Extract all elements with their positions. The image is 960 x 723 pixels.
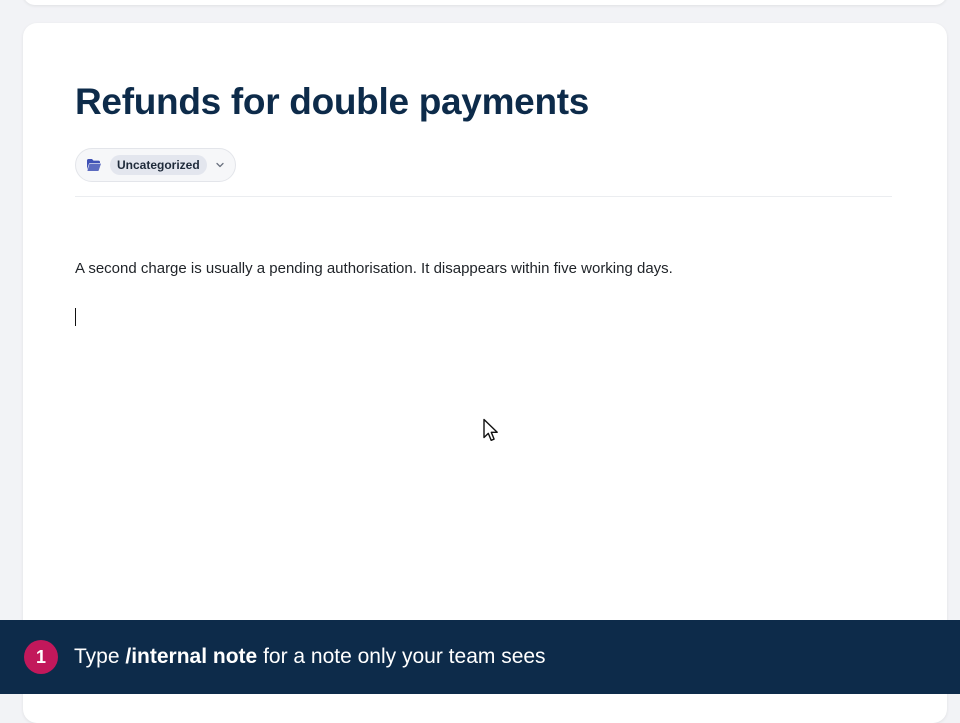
- folder-open-icon: [86, 158, 102, 172]
- mouse-pointer-icon: [482, 418, 502, 444]
- hint-text: Type /internal note for a note only your…: [74, 645, 546, 669]
- article-body-paragraph[interactable]: A second charge is usually a pending aut…: [75, 260, 673, 277]
- article-title[interactable]: Refunds for double payments: [75, 81, 589, 123]
- hint-command: /internal note: [125, 645, 258, 668]
- article-editor: Refunds for double payments Uncategorize…: [23, 23, 947, 723]
- chevron-down-icon: [215, 160, 225, 170]
- text-caret: [75, 308, 76, 326]
- category-selector[interactable]: Uncategorized: [75, 148, 236, 182]
- hint-bar: 1 Type /internal note for a note only yo…: [0, 620, 960, 694]
- hint-prefix: Type: [74, 645, 126, 668]
- title-divider: [75, 196, 892, 197]
- step-badge: 1: [24, 640, 58, 674]
- previous-card: [23, 0, 947, 5]
- category-label: Uncategorized: [110, 155, 207, 175]
- hint-suffix: for a note only your team sees: [257, 645, 546, 668]
